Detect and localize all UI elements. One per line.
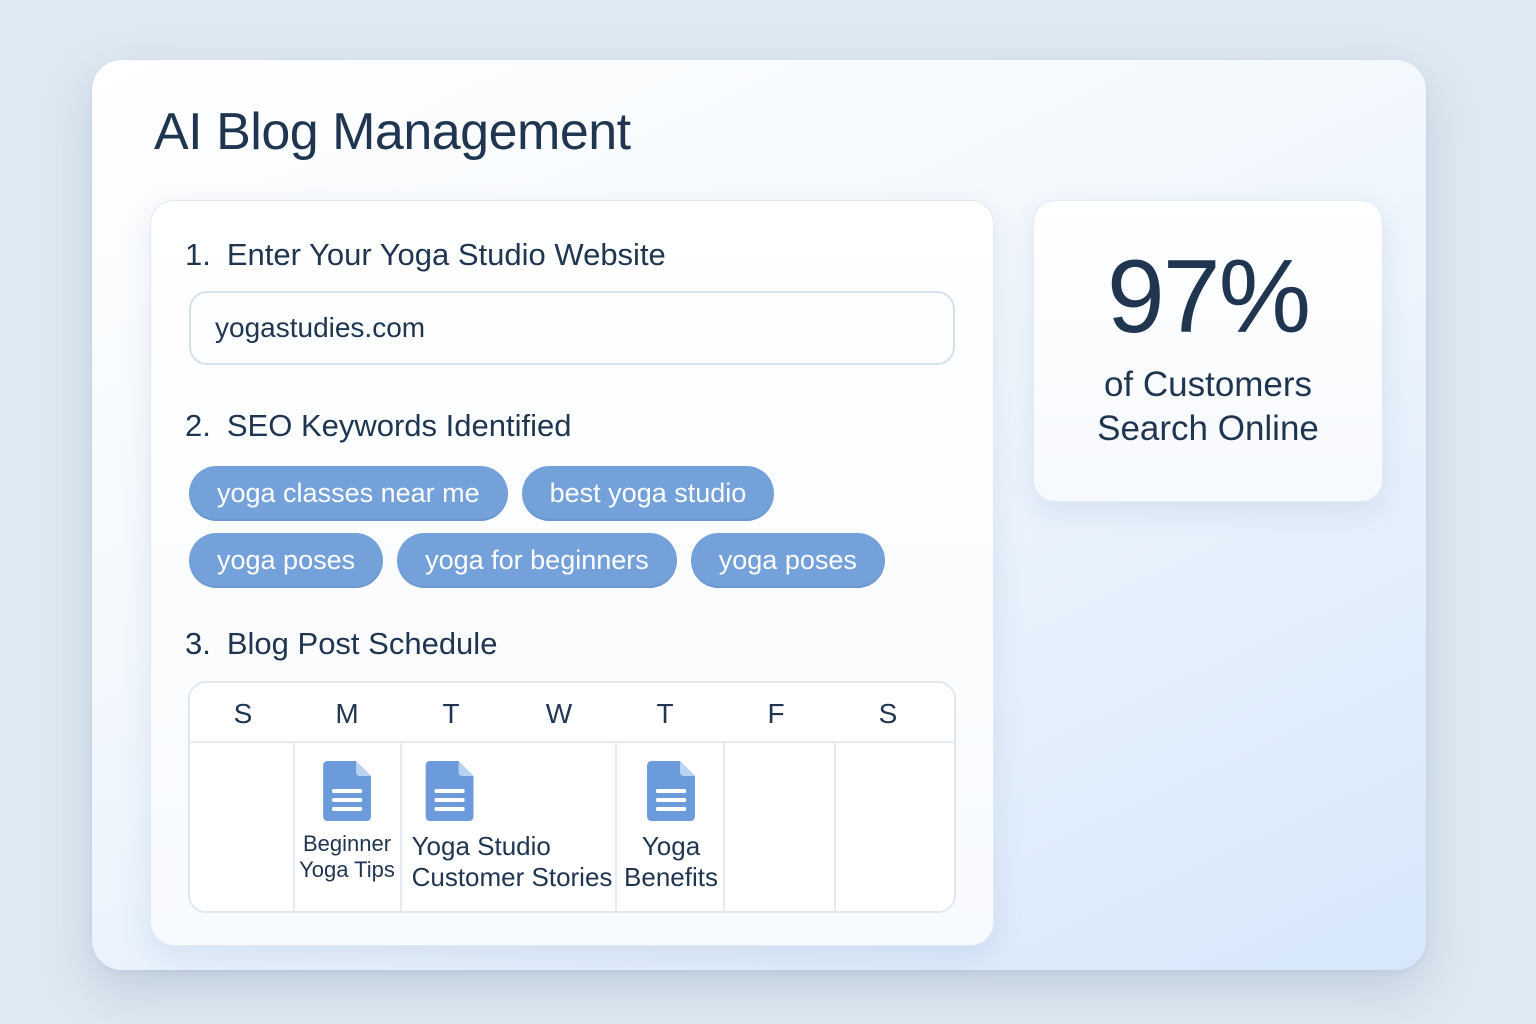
keyword-chip[interactable]: yoga poses <box>690 533 885 588</box>
day-label-wednesday: W <box>545 698 573 729</box>
website-url-input[interactable] <box>189 291 955 365</box>
stat-caption: of Customers Search Online <box>1097 365 1319 449</box>
scheduled-post-thursday[interactable]: Yoga Benefits <box>624 761 718 893</box>
day-label-saturday: S <box>878 698 898 729</box>
day-label-tuesday: T <box>442 698 460 729</box>
step-label: Enter Your Yoga Studio Website <box>226 237 666 272</box>
step-number: 2. <box>185 408 211 443</box>
column-divider <box>293 743 295 911</box>
step-label: Blog Post Schedule <box>226 626 498 661</box>
step-keywords-heading: 2. SEO Keywords Identified <box>185 408 571 444</box>
column-divider <box>615 743 617 911</box>
stat-value: 97% <box>1106 239 1311 355</box>
post-title: Yoga Studio Customer Stories <box>411 831 613 893</box>
step-website-heading: 1. Enter Your Yoga Studio Website <box>185 237 666 273</box>
keyword-chip-list: yoga classes near me best yoga studio yo… <box>189 466 969 588</box>
keyword-chip[interactable]: yoga for beginners <box>397 533 677 588</box>
keyword-chip[interactable]: yoga classes near me <box>189 466 508 521</box>
column-divider <box>723 743 725 911</box>
calendar-week-row: Beginner Yoga Tips Yoga Studio Customer … <box>190 743 954 911</box>
scheduled-post-monday[interactable]: Beginner Yoga Tips <box>299 761 395 884</box>
document-icon <box>646 761 695 821</box>
workflow-card: 1. Enter Your Yoga Studio Website 2. SEO… <box>150 200 994 946</box>
step-number: 1. <box>185 237 211 272</box>
calendar-day-header: S M T W T F S <box>190 683 954 743</box>
post-title: Yoga Benefits <box>624 831 718 893</box>
post-title: Beginner Yoga Tips <box>299 831 395 883</box>
keyword-chip[interactable]: best yoga studio <box>521 466 775 521</box>
keyword-chip[interactable]: yoga poses <box>189 533 384 588</box>
day-label-friday: F <box>767 698 785 729</box>
step-number: 3. <box>185 626 211 661</box>
document-icon <box>426 761 474 821</box>
scheduled-post-tuesday[interactable]: Yoga Studio Customer Stories <box>411 761 613 893</box>
day-label-thursday: T <box>656 698 674 729</box>
statistic-card: 97% of Customers Search Online <box>1033 200 1383 502</box>
step-label: SEO Keywords Identified <box>226 408 572 443</box>
day-label-monday: M <box>335 698 359 729</box>
column-divider <box>834 743 836 911</box>
day-label-sunday: S <box>233 698 253 729</box>
document-icon <box>322 761 371 821</box>
schedule-calendar: S M T W T F S Beginner Yoga Tips Yoga St… <box>188 681 956 913</box>
page-title: AI Blog Management <box>154 103 631 161</box>
step-schedule-heading: 3. Blog Post Schedule <box>185 626 497 662</box>
column-divider <box>400 743 402 911</box>
app-window: AI Blog Management 1. Enter Your Yoga St… <box>92 60 1426 970</box>
